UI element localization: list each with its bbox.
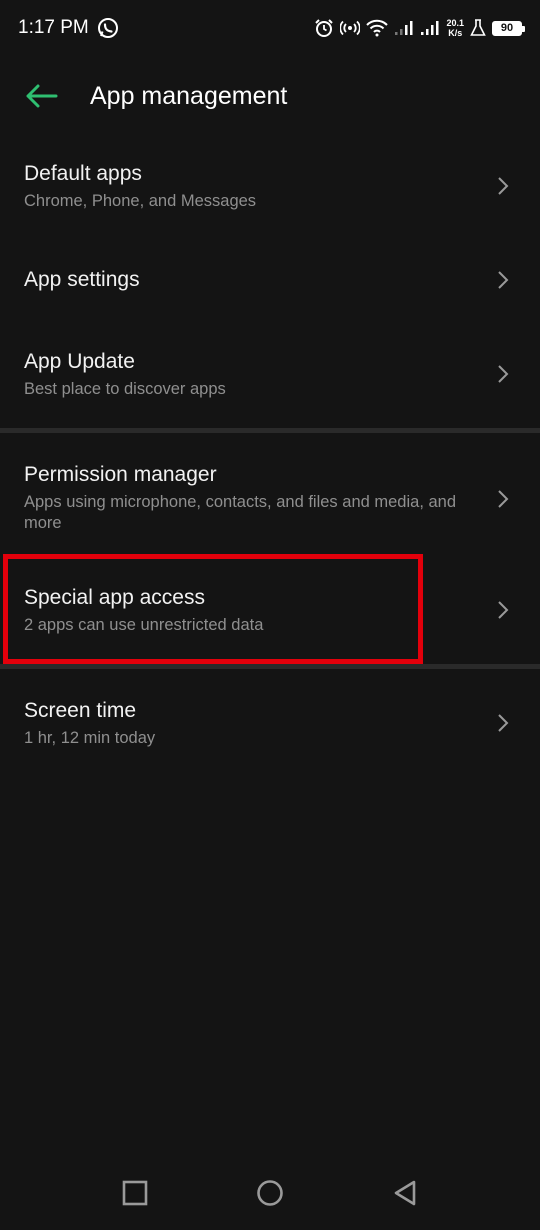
item-title: Special app access: [24, 586, 205, 609]
chevron-right-icon: [498, 490, 509, 508]
back-button[interactable]: [20, 74, 64, 118]
navigation-bar: [0, 1160, 540, 1230]
item-title: Permission manager: [24, 463, 217, 486]
item-subtitle: 1 hr, 12 min today: [24, 729, 156, 747]
item-title: Screen time: [24, 699, 137, 722]
chevron-right-icon: [498, 365, 509, 383]
back-triangle-icon: [394, 1180, 416, 1206]
nav-back-button[interactable]: [375, 1160, 435, 1226]
network-speed-value: 20.1: [446, 18, 464, 28]
recents-button[interactable]: [105, 1160, 165, 1226]
status-left: 1:17 PM: [18, 17, 119, 39]
signal-icon: [420, 20, 440, 36]
chevron-right-icon: [498, 601, 509, 619]
alarm-icon: [314, 18, 334, 38]
battery-level: 90: [500, 22, 514, 34]
item-subtitle: Chrome, Phone, and Messages: [24, 192, 257, 210]
clock: 1:17 PM: [18, 17, 89, 38]
chevron-right-icon: [498, 714, 509, 732]
signal-icon: [394, 20, 414, 36]
item-subtitle: 2 apps can use unrestricted data: [24, 616, 264, 634]
list-item-app-update[interactable]: App Update Best place to discover apps: [0, 348, 540, 418]
network-speed-unit: K/s: [448, 28, 463, 38]
item-title: App settings: [24, 268, 140, 291]
list-item-default-apps[interactable]: Default apps Chrome, Phone, and Messages: [0, 160, 540, 230]
section-divider: [0, 664, 540, 669]
home-circle-icon: [257, 1180, 283, 1206]
item-title: App Update: [24, 350, 135, 373]
item-title: Default apps: [24, 162, 142, 185]
network-speed: 20.1 K/s: [446, 18, 464, 38]
back-arrow-icon: [26, 84, 58, 108]
item-subtitle: Apps using microphone, contacts, and fil…: [24, 493, 457, 532]
header: App management: [0, 64, 540, 128]
list-item-screen-time[interactable]: Screen time 1 hr, 12 min today: [0, 697, 540, 767]
chevron-right-icon: [498, 177, 509, 195]
chevron-right-icon: [498, 271, 509, 289]
section-divider: [0, 428, 540, 433]
home-button[interactable]: [240, 1160, 300, 1226]
recents-square-icon: [122, 1180, 148, 1206]
page-title: App management: [90, 81, 288, 110]
list-item-permission-manager[interactable]: Permission manager Apps using microphone…: [0, 461, 540, 541]
list-item-special-app-access[interactable]: Special app access 2 apps can use unrest…: [0, 584, 540, 654]
battery-icon: 90: [492, 20, 525, 36]
status-right: 20.1 K/s 90: [314, 18, 525, 38]
status-bar: 1:17 PM 20.1 K/s 90: [0, 0, 540, 56]
wifi-icon: [366, 19, 389, 37]
lab-icon: [470, 19, 486, 37]
whatsapp-icon: [97, 17, 119, 39]
item-subtitle: Best place to discover apps: [24, 380, 226, 398]
list-item-app-settings[interactable]: App settings: [0, 266, 540, 306]
hotspot-icon: [340, 18, 361, 38]
